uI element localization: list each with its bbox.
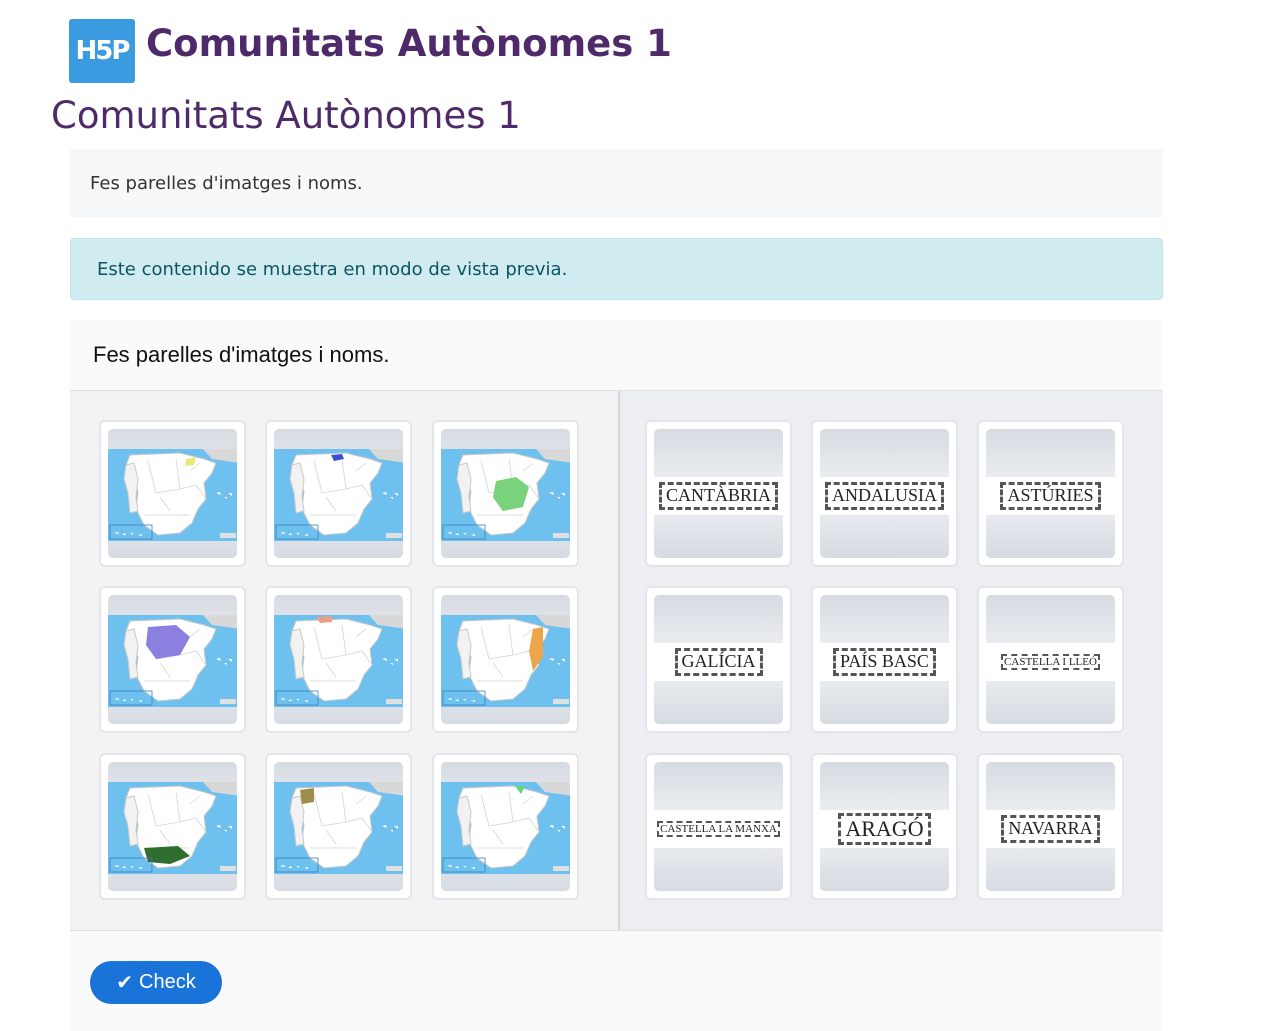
intro-text: Fes parelles d'imatges i noms. (90, 172, 363, 194)
name-card[interactable]: CASTELLA LA MANXA (645, 753, 792, 900)
region-name-label: CANTÀBRIA (658, 482, 778, 510)
card-frame: CASTELLA LA MANXA (654, 762, 783, 891)
card-frame (108, 429, 237, 558)
image-card-castella-la-manxa-map[interactable] (432, 420, 579, 567)
label-band: PAÍS BASC (820, 643, 949, 681)
check-icon: ✔ (116, 972, 134, 994)
region-name-label: CASTELLA LA MANXA (657, 820, 780, 838)
region-name-label: ARAGÓ (838, 812, 931, 846)
image-card-pais-basc-map[interactable] (265, 420, 412, 567)
label-band: ASTÚRIES (986, 477, 1115, 515)
preview-alert: Este contenido se muestra en modo de vis… (70, 238, 1163, 300)
name-card[interactable]: NAVARRA (977, 753, 1124, 900)
image-pairing-activity: Fes parelles d'imatges i noms. CANTÀBRIA… (70, 320, 1163, 1031)
name-card[interactable]: CASTELLA I LLEÓ (977, 586, 1124, 733)
name-card[interactable]: PAÍS BASC (811, 586, 958, 733)
name-card[interactable]: ARAGÓ (811, 753, 958, 900)
task-description: Fes parelles d'imatges i noms. (93, 342, 390, 367)
label-band: ANDALUSIA (820, 477, 949, 515)
image-card-navarra-map[interactable] (265, 586, 412, 733)
label-band: CASTELLA LA MANXA (654, 810, 783, 848)
card-frame (108, 762, 237, 891)
card-frame (274, 762, 403, 891)
card-frame (441, 429, 570, 558)
page-title: Comunitats Autònomes 1 (51, 94, 521, 137)
card-frame (274, 595, 403, 724)
card-frame (441, 762, 570, 891)
header-title: Comunitats Autònomes 1 (146, 22, 672, 65)
image-card-asturies-map[interactable] (265, 753, 412, 900)
highlighted-region (300, 788, 314, 804)
spain-map-image (441, 782, 570, 874)
card-frame: CANTÀBRIA (654, 429, 783, 558)
card-frame (108, 595, 237, 724)
spain-map-image (108, 782, 237, 874)
card-frame: ARAGÓ (820, 762, 949, 891)
label-band: CASTELLA I LLEÓ (986, 643, 1115, 681)
name-card[interactable]: ANDALUSIA (811, 420, 958, 567)
card-frame (441, 595, 570, 724)
spain-map-image (274, 615, 403, 707)
region-name-label: CASTELLA I LLEÓ (1001, 653, 1100, 671)
game-area: CANTÀBRIA ANDALUSIA ASTÚRIES GALÍCIA PAÍS BA… (70, 390, 1163, 931)
h5p-logo: H5P (69, 19, 135, 83)
card-frame: GALÍCIA (654, 595, 783, 724)
name-card[interactable]: ASTÚRIES (977, 420, 1124, 567)
spain-map-image (441, 615, 570, 707)
spain-map-image (108, 449, 237, 541)
alert-text: Este contenido se muestra en modo de vis… (97, 258, 568, 280)
spain-map-image (108, 615, 237, 707)
image-card-galicia-map[interactable] (432, 753, 579, 900)
region-name-label: ANDALUSIA (825, 482, 944, 510)
card-frame: NAVARRA (986, 762, 1115, 891)
card-frame: PAÍS BASC (820, 595, 949, 724)
card-frame: CASTELLA I LLEÓ (986, 595, 1115, 724)
image-card-arago-map[interactable] (432, 586, 579, 733)
region-name-label: NAVARRA (1001, 815, 1100, 843)
label-band: GALÍCIA (654, 643, 783, 681)
region-name-label: ASTÚRIES (1000, 482, 1101, 510)
check-button-label: Check (139, 971, 196, 993)
image-card-andalusia-map[interactable] (99, 753, 246, 900)
card-frame: ANDALUSIA (820, 429, 949, 558)
region-name-label: PAÍS BASC (833, 648, 936, 676)
name-card[interactable]: CANTÀBRIA (645, 420, 792, 567)
region-name-label: GALÍCIA (674, 648, 763, 676)
image-card-castella-i-lleo-map[interactable] (99, 586, 246, 733)
card-frame (274, 429, 403, 558)
name-card[interactable]: GALÍCIA (645, 586, 792, 733)
label-band: CANTÀBRIA (654, 477, 783, 515)
check-button[interactable]: ✔ Check (90, 961, 222, 1004)
card-frame: ASTÚRIES (986, 429, 1115, 558)
image-card-cantabria-map[interactable] (99, 420, 246, 567)
label-band: NAVARRA (986, 810, 1115, 848)
spain-map-image (274, 449, 403, 541)
name-cards-pane: CANTÀBRIA ANDALUSIA ASTÚRIES GALÍCIA PAÍS BA… (620, 391, 1163, 930)
label-band: ARAGÓ (820, 810, 949, 848)
image-cards-pane (70, 391, 618, 930)
intro-box: Fes parelles d'imatges i noms. (70, 149, 1163, 217)
spain-map-image (274, 782, 403, 874)
spain-map-image (441, 449, 570, 541)
